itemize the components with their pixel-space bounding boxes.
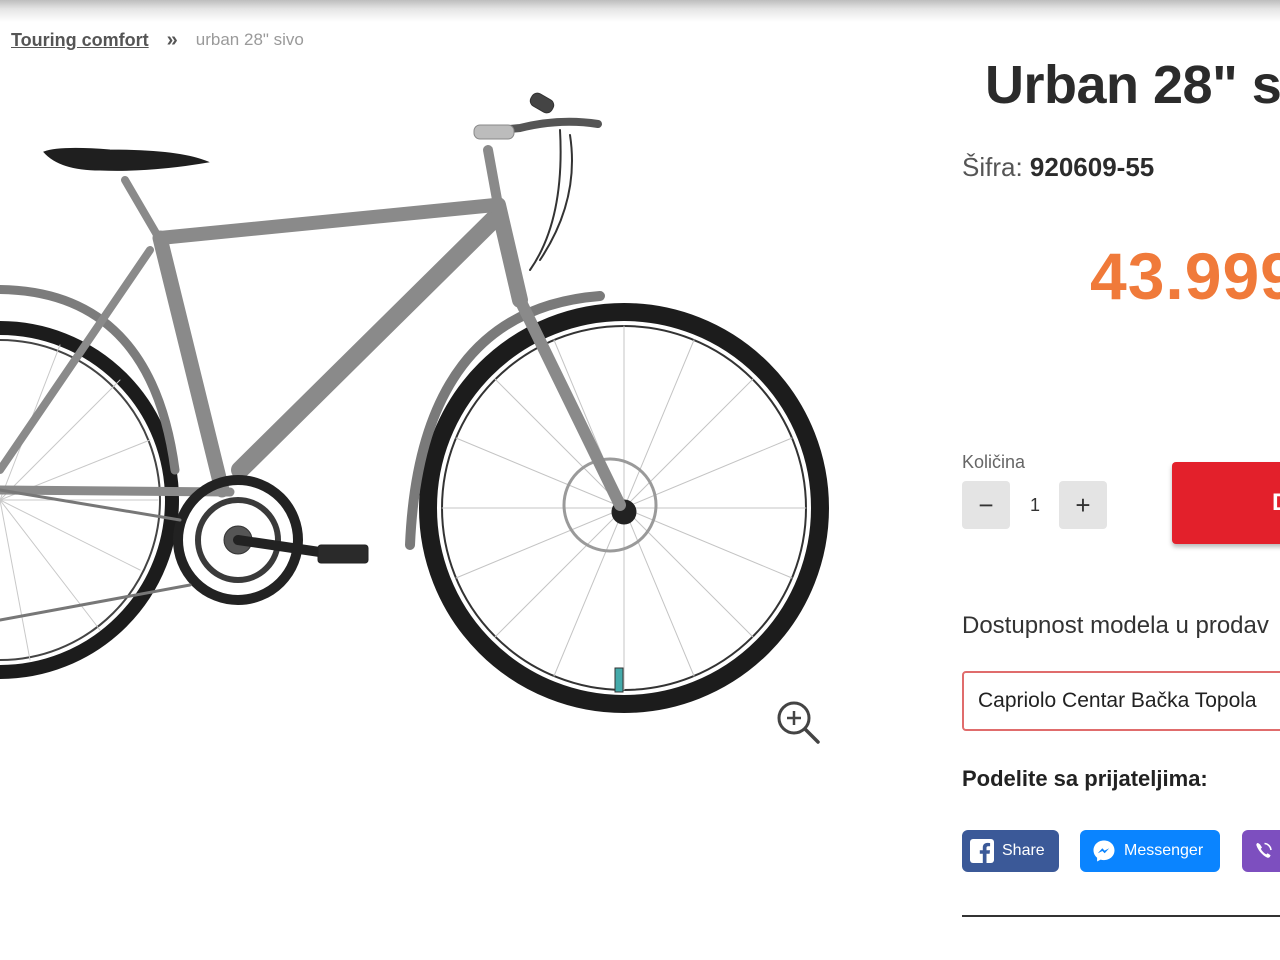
bicycle-image: [0, 92, 829, 713]
breadcrumb-link-touring-comfort[interactable]: Touring comfort: [11, 30, 149, 51]
viber-share-button[interactable]: V: [1242, 830, 1280, 872]
add-to-cart-label: D: [1272, 489, 1280, 517]
breadcrumb-separator: »: [166, 28, 178, 51]
facebook-icon: [970, 839, 994, 863]
quantity-input[interactable]: [1012, 481, 1058, 529]
product-sku: Šifra: 920609-55: [962, 152, 1154, 183]
viber-icon: [1256, 842, 1272, 858]
top-shadow: [0, 0, 1280, 22]
messenger-icon: [1093, 840, 1115, 862]
sku-label: Šifra:: [962, 152, 1023, 182]
product-image[interactable]: [0, 70, 840, 750]
product-title: Urban 28" s: [985, 55, 1280, 115]
add-to-cart-button[interactable]: D: [1172, 462, 1280, 544]
breadcrumb-current: urban 28" sivo: [195, 30, 304, 49]
messenger-share-label: Messenger: [1124, 842, 1204, 859]
store-select-value: Capriolo Centar Bačka Topola: [978, 689, 1257, 712]
breadcrumb: Touring comfort » urban 28" sivo: [11, 28, 304, 52]
share-heading: Podelite sa prijateljima:: [962, 766, 1208, 791]
store-select[interactable]: Capriolo Centar Bačka Topola: [962, 671, 1280, 731]
quantity-label: Količina: [962, 452, 1026, 472]
zoom-in-icon[interactable]: [772, 696, 822, 746]
product-price: 43.999: [1090, 239, 1280, 313]
facebook-share-label: Share: [1002, 842, 1045, 859]
facebook-share-button[interactable]: Share: [962, 830, 1059, 872]
sku-value: 920609-55: [1029, 152, 1155, 182]
quantity-decrease-button[interactable]: −: [962, 481, 1010, 529]
divider: [962, 915, 1280, 917]
availability-label: Dostupnost modela u prodav: [962, 612, 1269, 639]
messenger-share-button[interactable]: Messenger: [1080, 830, 1220, 872]
quantity-increase-button[interactable]: +: [1059, 481, 1107, 529]
